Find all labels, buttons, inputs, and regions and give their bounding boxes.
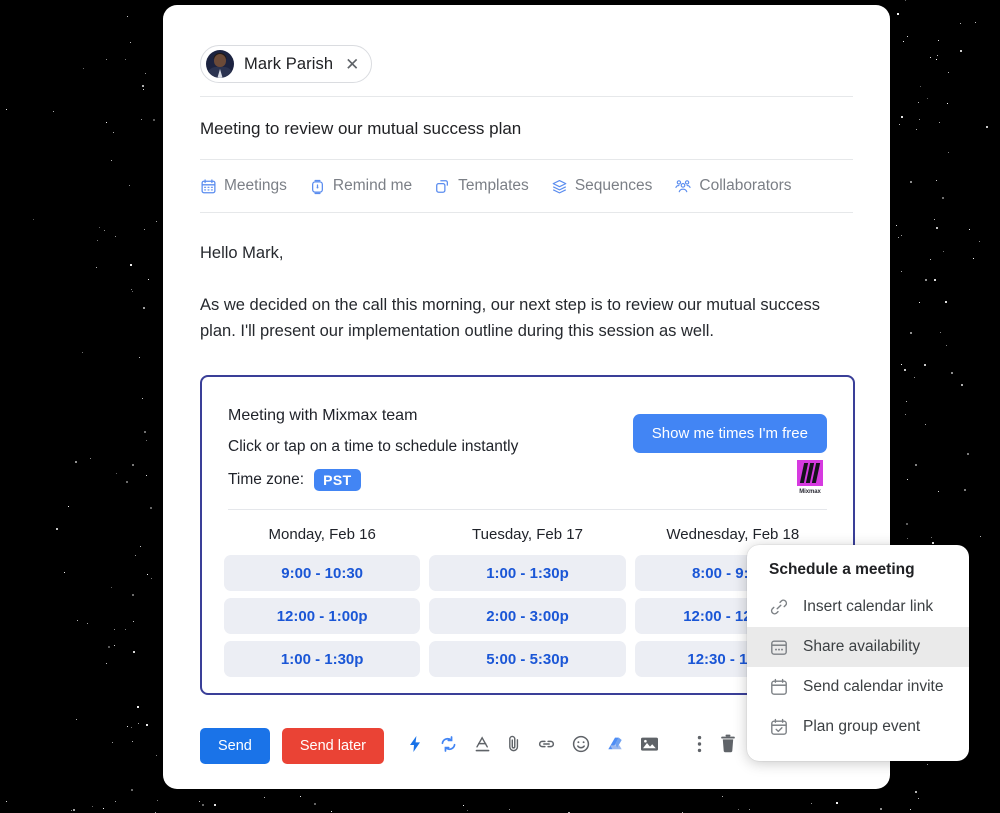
lightning-icon[interactable] [407, 735, 423, 758]
drive-icon[interactable] [606, 736, 624, 757]
email-body[interactable]: Hello Mark, As we decided on the call th… [163, 213, 890, 345]
menu-item-label: Insert calendar link [803, 598, 934, 615]
timezone-badge[interactable]: PST [314, 469, 361, 491]
feature-label: Templates [458, 177, 529, 194]
menu-item-label: Share availability [803, 638, 921, 655]
menu-item-share-availability[interactable]: Share availability [747, 627, 969, 667]
time-slot[interactable]: 12:00 - 1:00p [224, 598, 421, 634]
recipient-row: Mark Parish ✕ [163, 5, 890, 96]
day-header: Tuesday, Feb 17 [472, 526, 583, 543]
day-header: Monday, Feb 16 [268, 526, 376, 543]
text-format-icon[interactable] [474, 735, 491, 758]
subject-input[interactable]: Meeting to review our mutual success pla… [163, 97, 890, 159]
meeting-widget-header: Meeting with Mixmax team Click or tap on… [202, 377, 853, 495]
menu-item-label: Plan group event [803, 718, 921, 735]
right-icon-group [697, 734, 736, 758]
menu-title: Schedule a meeting [769, 561, 915, 578]
feature-meetings[interactable]: Meetings [200, 177, 287, 195]
copy-icon [434, 178, 451, 195]
layers-icon [551, 178, 568, 195]
formatting-icon-strip [407, 734, 659, 758]
feature-collaborators[interactable]: Collaborators [674, 177, 792, 195]
body-paragraph: As we decided on the call this morning, … [200, 295, 820, 341]
people-icon [674, 178, 692, 195]
time-slot[interactable]: 1:00 - 1:30p [429, 555, 626, 591]
feature-remind-me[interactable]: Remind me [309, 177, 412, 195]
calendar-dots-icon [769, 637, 789, 657]
feature-label: Remind me [332, 177, 413, 194]
menu-item-insert-calendar-link[interactable]: Insert calendar link [747, 587, 969, 627]
more-vertical-icon[interactable] [697, 735, 702, 758]
menu-item-send-calendar-invite[interactable]: Send calendar invite [747, 667, 969, 707]
attach-icon[interactable] [507, 734, 521, 758]
calendar-check-icon [769, 717, 789, 737]
time-slot[interactable]: 9:00 - 10:30 [224, 555, 421, 591]
screenshot-stage: Mark Parish ✕ Meeting to review our mutu… [0, 0, 1000, 813]
calendar-blank-icon [769, 677, 789, 697]
recipient-name: Mark Parish [244, 54, 334, 73]
close-icon[interactable]: ✕ [345, 56, 359, 73]
compose-action-bar: Send Send later [200, 728, 736, 764]
send-later-button[interactable]: Send later [281, 728, 384, 764]
trash-icon[interactable] [720, 734, 736, 758]
image-icon[interactable] [640, 736, 659, 757]
link-chain-icon [769, 597, 789, 617]
recipient-chip[interactable]: Mark Parish ✕ [200, 45, 373, 83]
sync-icon[interactable] [439, 735, 458, 758]
timezone-row: Time zone: PST [228, 469, 827, 491]
feature-label: Collaborators [699, 177, 792, 194]
calendar-icon [200, 178, 217, 195]
avatar [206, 50, 234, 78]
feature-label: Meetings [224, 177, 287, 194]
time-slot[interactable]: 1:00 - 1:30p [224, 641, 421, 677]
feature-templates[interactable]: Templates [434, 177, 529, 195]
emoji-icon[interactable] [572, 735, 590, 758]
stopwatch-icon [309, 178, 326, 195]
mixmax-mark-icon [797, 460, 823, 486]
menu-item-label: Send calendar invite [803, 678, 944, 695]
link-icon[interactable] [537, 737, 556, 756]
menu-item-plan-group-event[interactable]: Plan group event [747, 707, 969, 747]
send-button[interactable]: Send [200, 728, 270, 764]
feature-toolbar: Meetings Remind me Templates Sequences C… [163, 160, 890, 212]
schedule-a-meeting-menu: Schedule a meeting Insert calendar link [747, 545, 969, 761]
mixmax-logo: Mixmax [793, 460, 827, 495]
feature-sequences[interactable]: Sequences [551, 177, 653, 195]
time-slot[interactable]: 5:00 - 5:30p [429, 641, 626, 677]
feature-label: Sequences [574, 177, 653, 194]
timezone-label: Time zone: [228, 471, 305, 488]
show-me-times-im-free-button[interactable]: Show me times I'm free [632, 414, 827, 453]
time-slot[interactable]: 2:00 - 3:00p [429, 598, 626, 634]
body-paragraph: Hello Mark, [200, 244, 284, 262]
mixmax-wordmark: Mixmax [799, 489, 821, 495]
